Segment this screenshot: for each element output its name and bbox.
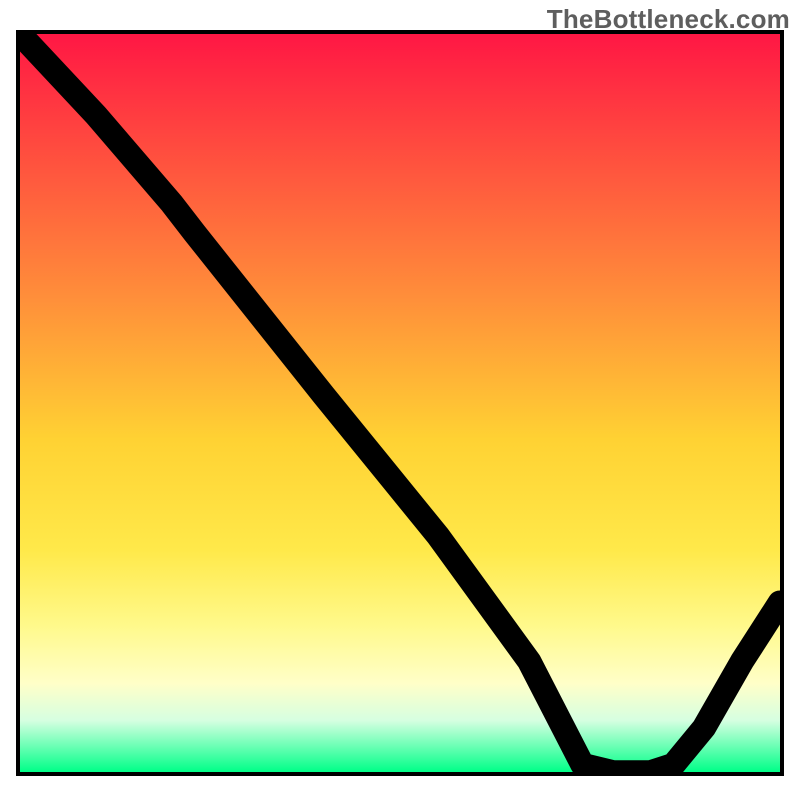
- plot-area: [16, 30, 784, 776]
- watermark-text: TheBottleneck.com: [547, 4, 790, 35]
- chart-frame: TheBottleneck.com: [0, 0, 800, 800]
- plot-svg: [20, 34, 780, 772]
